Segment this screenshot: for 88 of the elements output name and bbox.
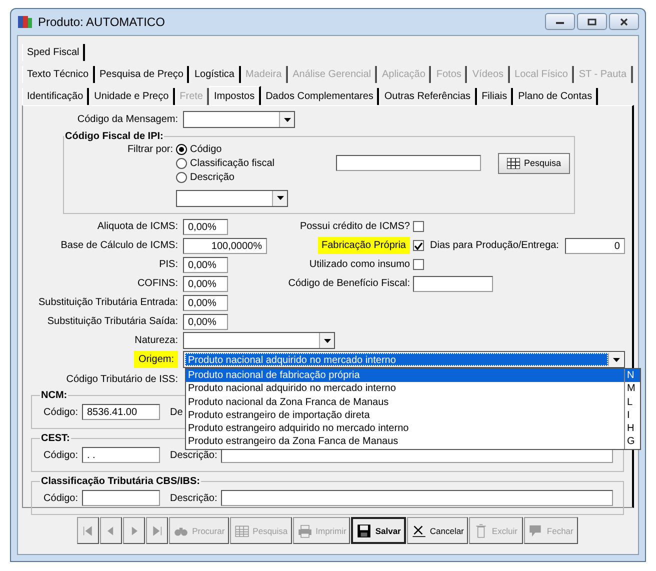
field-label: Código da Mensagem: [76, 114, 179, 125]
field-label: Utilizado como insumo [309, 259, 410, 270]
radio-option[interactable]: Classificação fiscal [176, 155, 274, 171]
tab[interactable]: Identificação [22, 88, 90, 105]
radio-button[interactable] [176, 158, 187, 168]
field-label: Origem: [134, 351, 178, 368]
checkbox[interactable] [413, 221, 424, 232]
group-title: CEST: [40, 433, 71, 444]
selected-value: Produto nacional adquirido no mercado interno [185, 353, 608, 366]
caret-icon [284, 118, 290, 122]
field-label: Fabricação Própria [318, 237, 410, 254]
toolbar-button[interactable]: Cancelar [406, 517, 468, 544]
list-option[interactable]: Produto estrangeiro da Zona Fanca de Manaus G [186, 435, 640, 449]
tab[interactable]: Plano de Contas [513, 88, 598, 105]
tab[interactable]: Dados Complementares [260, 88, 380, 105]
radio-option[interactable]: Código [176, 141, 222, 157]
field-label: Código de Benefício Fiscal: [288, 278, 410, 289]
field-label: Possui crédito de ICMS? [300, 221, 410, 232]
code-field[interactable]: 8536.41.00 [82, 404, 160, 420]
field-label: Código: [42, 450, 78, 460]
field-label: Dias para Produção/Entrega: [430, 240, 559, 251]
message-code-dropdown[interactable] [183, 111, 295, 128]
search-button[interactable]: Pesquisa [498, 152, 570, 174]
minimize-button[interactable] [545, 13, 575, 30]
checkbox[interactable] [413, 259, 424, 270]
toolbar-button[interactable]: Salvar [351, 517, 406, 544]
percent-field[interactable]: 100,0000% [183, 238, 267, 254]
days-field[interactable]: 0 [564, 238, 625, 254]
classification-input[interactable] [336, 155, 481, 171]
tab[interactable]: Logística [189, 66, 240, 83]
maximize-button[interactable] [577, 13, 607, 30]
maximize-icon [587, 18, 597, 26]
radio-option[interactable]: Descrição [176, 169, 234, 185]
caret-icon [276, 196, 284, 200]
percent-field[interactable]: 0,00% [183, 314, 228, 330]
field-label: Substituição Tributária Saída: [46, 316, 179, 327]
nature-dropdown[interactable] [183, 332, 335, 349]
field-label: Base de Cálculo de ICMS: [60, 240, 179, 251]
app-icon [17, 14, 33, 30]
caret-icon [612, 358, 620, 362]
code-field[interactable]: . . [82, 447, 160, 463]
printer-icon [296, 522, 313, 538]
radio-button[interactable] [176, 144, 187, 154]
caret-icon [324, 338, 330, 342]
sign-icon [528, 522, 544, 538]
code-field[interactable] [82, 490, 160, 506]
list-option[interactable]: Produto estrangeiro adquirido no mercado interno H [186, 422, 640, 436]
list-option[interactable]: Produto nacional da Zona Franca de Manaus L [186, 396, 640, 409]
field-label: PIS: [158, 259, 179, 270]
tab[interactable]: Sped Fiscal [22, 44, 86, 61]
grid-icon [507, 158, 520, 168]
field-label: Código Tributário de ISS: [65, 374, 179, 385]
checkbox[interactable] [413, 240, 424, 251]
field-label: Descrição: [170, 492, 218, 504]
list-option[interactable]: Produto estrangeiro de importação direta I [186, 408, 640, 422]
radio-button[interactable] [176, 172, 187, 182]
group-title: NCM: [40, 390, 68, 401]
tab[interactable]: Unidade e Preço [89, 88, 175, 105]
field-label: COFINS: [136, 278, 179, 289]
field-label: Código: [42, 492, 78, 504]
description-field[interactable] [221, 490, 614, 506]
field-label: Natureza: [134, 335, 179, 346]
field-label: Código: [42, 406, 78, 418]
ipi-code-dropdown[interactable] [176, 190, 288, 206]
window-title: Produto: AUTOMATICO [38, 15, 166, 29]
group-title: Classificação Tributária CBS/IBS: [40, 476, 201, 487]
list-option[interactable]: Produto nacional adquirido no mercado interno M [186, 382, 640, 396]
origin-dropdown[interactable]: Produto nacional adquirido no mercado interno [183, 351, 625, 368]
close-icon [619, 18, 629, 26]
list-option[interactable]: Produto nacional de fabricação própria N [186, 369, 640, 382]
benefit-code-field[interactable] [413, 276, 493, 292]
percent-field[interactable]: 0,00% [183, 218, 228, 234]
field-label: Substituição Tributária Entrada: [37, 297, 179, 308]
percent-field[interactable]: 0,00% [183, 256, 228, 272]
percent-field[interactable]: 0,00% [183, 294, 228, 310]
tab[interactable]: Filiais [476, 88, 514, 105]
tab[interactable]: Outras Referências [379, 88, 477, 105]
field-label: Filtrar por: [126, 144, 174, 154]
skip-last-icon [150, 524, 164, 538]
field-label: Aliquota de ICMS: [96, 221, 179, 232]
group-title: Código Fiscal de IPI: [64, 131, 164, 142]
tab[interactable]: Texto Técnico [22, 66, 95, 83]
field-label: Descrição: [170, 450, 218, 460]
tab[interactable]: Impostos [209, 86, 261, 106]
field-label: De [170, 406, 183, 418]
close-button[interactable] [609, 13, 639, 30]
percent-field[interactable]: 0,00% [183, 276, 228, 292]
tab[interactable]: Pesquisa de Preço [94, 66, 190, 83]
